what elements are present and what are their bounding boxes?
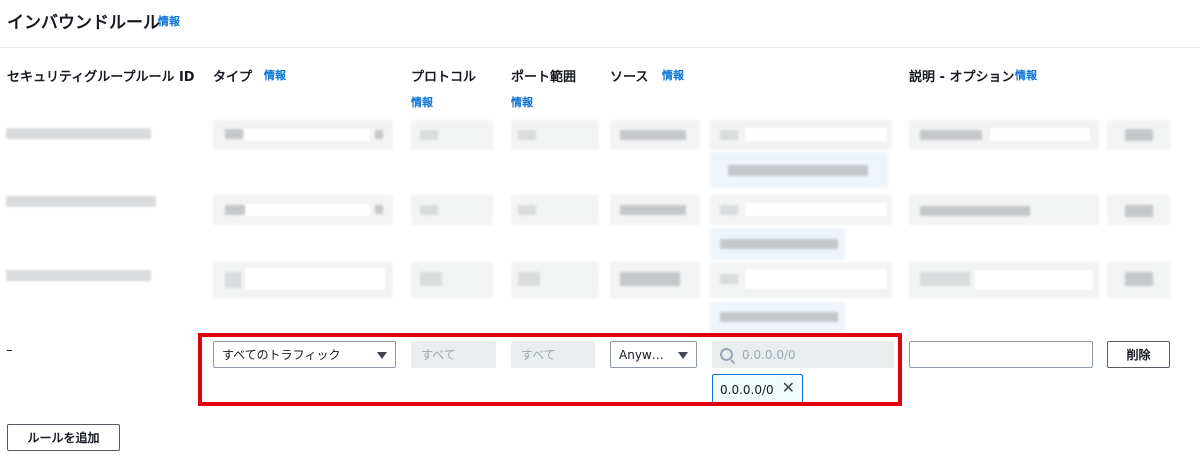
protocol-info-link[interactable]: 情報 [411, 94, 433, 110]
add-rule-button-label: ルールを追加 [27, 431, 100, 445]
blurred-port-text [518, 205, 536, 215]
blurred-type-field-fill [245, 268, 385, 290]
blurred-delete-text [1125, 129, 1153, 141]
page-title: インバウンドルール [7, 13, 160, 33]
column-header-description: 説明 - オプション [909, 70, 1015, 85]
blurred-port-text [518, 272, 540, 286]
blurred-source-type-text [620, 130, 686, 140]
blurred-description-fill [975, 270, 1093, 290]
blurred-protocol-text [420, 205, 438, 215]
blurred-port-text [518, 130, 536, 140]
delete-button[interactable]: 削除 [1107, 341, 1170, 368]
blurred-type-text [225, 129, 243, 139]
blurred-cidr-token-text [728, 165, 868, 176]
column-header-source: ソース [610, 70, 649, 85]
blurred-description-fill [990, 128, 1090, 141]
blurred-type-caret [375, 205, 383, 214]
column-header-rule-id: セキュリティグループルール ID [7, 70, 195, 85]
blurred-type-field-fill [245, 204, 370, 216]
new-rule-id: – [6, 343, 13, 358]
column-header-type: タイプ [213, 70, 253, 85]
add-rule-button[interactable]: ルールを追加 [7, 424, 120, 451]
blurred-rule-id [6, 128, 151, 139]
delete-button-label: 削除 [1126, 348, 1151, 362]
description-info-link[interactable]: 情報 [1015, 67, 1037, 83]
blurred-rule-id [6, 196, 156, 207]
blurred-delete-text [1125, 272, 1153, 286]
blurred-cidr-field-fill [745, 203, 887, 216]
blurred-type-field-fill [245, 129, 370, 141]
blurred-protocol-text [420, 272, 442, 286]
blurred-cidr-token-text [720, 312, 838, 322]
header-info-link[interactable]: 情報 [158, 13, 180, 29]
blurred-protocol-text [420, 130, 438, 140]
blurred-source-type-text [620, 205, 686, 215]
blurred-source-type-text [620, 272, 680, 286]
port-range-info-link[interactable]: 情報 [511, 94, 533, 110]
blurred-cidr-text [720, 130, 738, 140]
blurred-description-text [920, 272, 970, 286]
column-header-port-range: ポート範囲 [511, 70, 577, 85]
description-input[interactable] [909, 341, 1093, 368]
blurred-description-text [920, 130, 982, 140]
highlight-box [198, 333, 902, 406]
blurred-rule-id [6, 270, 151, 281]
panel-header: インバウンドルール 情報 [0, 0, 1200, 48]
blurred-delete-text [1125, 205, 1153, 217]
blurred-type-caret [375, 130, 383, 139]
blurred-type-text [225, 272, 241, 288]
source-info-link[interactable]: 情報 [662, 67, 684, 83]
blurred-cidr-text [720, 205, 738, 215]
blurred-cidr-token-text [720, 239, 838, 249]
column-header-protocol: プロトコル [411, 70, 477, 85]
blurred-type-text [225, 205, 245, 215]
type-info-link[interactable]: 情報 [264, 67, 286, 83]
blurred-description-text [920, 206, 1030, 216]
blurred-cidr-field-fill [745, 128, 887, 141]
blurred-cidr-field-fill [745, 269, 887, 289]
inbound-rules-panel: インバウンドルール 情報 セキュリティグループルール ID タイプ 情報 プロト… [0, 0, 1200, 463]
blurred-cidr-text [720, 274, 738, 284]
